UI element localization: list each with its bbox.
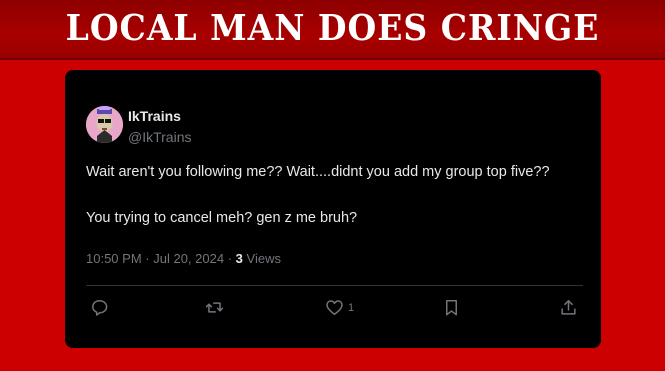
banner-title: LOCAL MAN DOES CRINGE: [65, 5, 600, 49]
reply-button[interactable]: [90, 298, 109, 317]
like-button[interactable]: 1: [325, 298, 354, 317]
banner: LOCAL MAN DOES CRINGE: [0, 0, 665, 60]
heart-icon: [326, 300, 343, 315]
tweet-date[interactable]: Jul 20, 2024: [153, 251, 224, 266]
handle[interactable]: @IkTrains: [128, 129, 191, 145]
share-icon: [561, 300, 576, 315]
tweet-time[interactable]: 10:50 PM: [86, 251, 142, 266]
views-count: 3: [235, 251, 243, 266]
reply-icon: [92, 300, 108, 316]
views-label: Views: [246, 251, 281, 266]
tweet-text-line-2: You trying to cancel meh? gen z me bruh?: [86, 210, 358, 226]
tweet-card: IkTrains @IkTrains Wait aren't you follo…: [65, 70, 601, 348]
display-name[interactable]: IkTrains: [128, 108, 181, 124]
like-count: 1: [348, 301, 355, 314]
bookmark-button[interactable]: [442, 298, 461, 317]
share-button[interactable]: [559, 298, 578, 317]
avatar[interactable]: [86, 106, 123, 143]
retweet-button[interactable]: [205, 298, 224, 317]
avatar-illustration: [86, 106, 123, 143]
tweet-text: Wait aren't you following me?? Wait....d…: [86, 161, 586, 230]
tweet-actions: 1: [65, 298, 601, 320]
bookmark-icon: [445, 300, 458, 316]
retweet-icon: [205, 302, 224, 313]
tweet-text-line-1: Wait aren't you following me?? Wait....d…: [86, 164, 550, 180]
meta-separator: ·: [227, 251, 236, 266]
divider: [86, 285, 583, 286]
tweet-meta: 10:50 PM · Jul 20, 2024 · 3 Views: [86, 251, 281, 266]
